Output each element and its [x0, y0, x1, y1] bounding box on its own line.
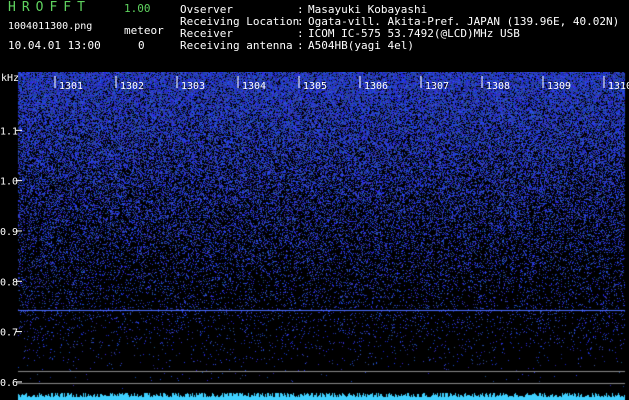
header-panel: HROFFT 1.00 1004011300.png meteor 10.04.…	[0, 0, 629, 72]
app-logo-text: HROFFT	[8, 0, 91, 15]
antenna-value: A504HB(yagi 4el)	[308, 39, 414, 52]
spectrogram-canvas	[0, 72, 629, 400]
observation-datetime: 10.04.01 13:00	[8, 39, 101, 52]
antenna-separator: :	[297, 39, 304, 52]
file-name: 1004011300.png	[8, 21, 93, 32]
app-version: 1.00	[124, 2, 151, 15]
antenna-label: Receiving antenna	[180, 39, 293, 52]
meteor-label: meteor	[124, 24, 164, 37]
meteor-count: 0	[138, 39, 145, 52]
